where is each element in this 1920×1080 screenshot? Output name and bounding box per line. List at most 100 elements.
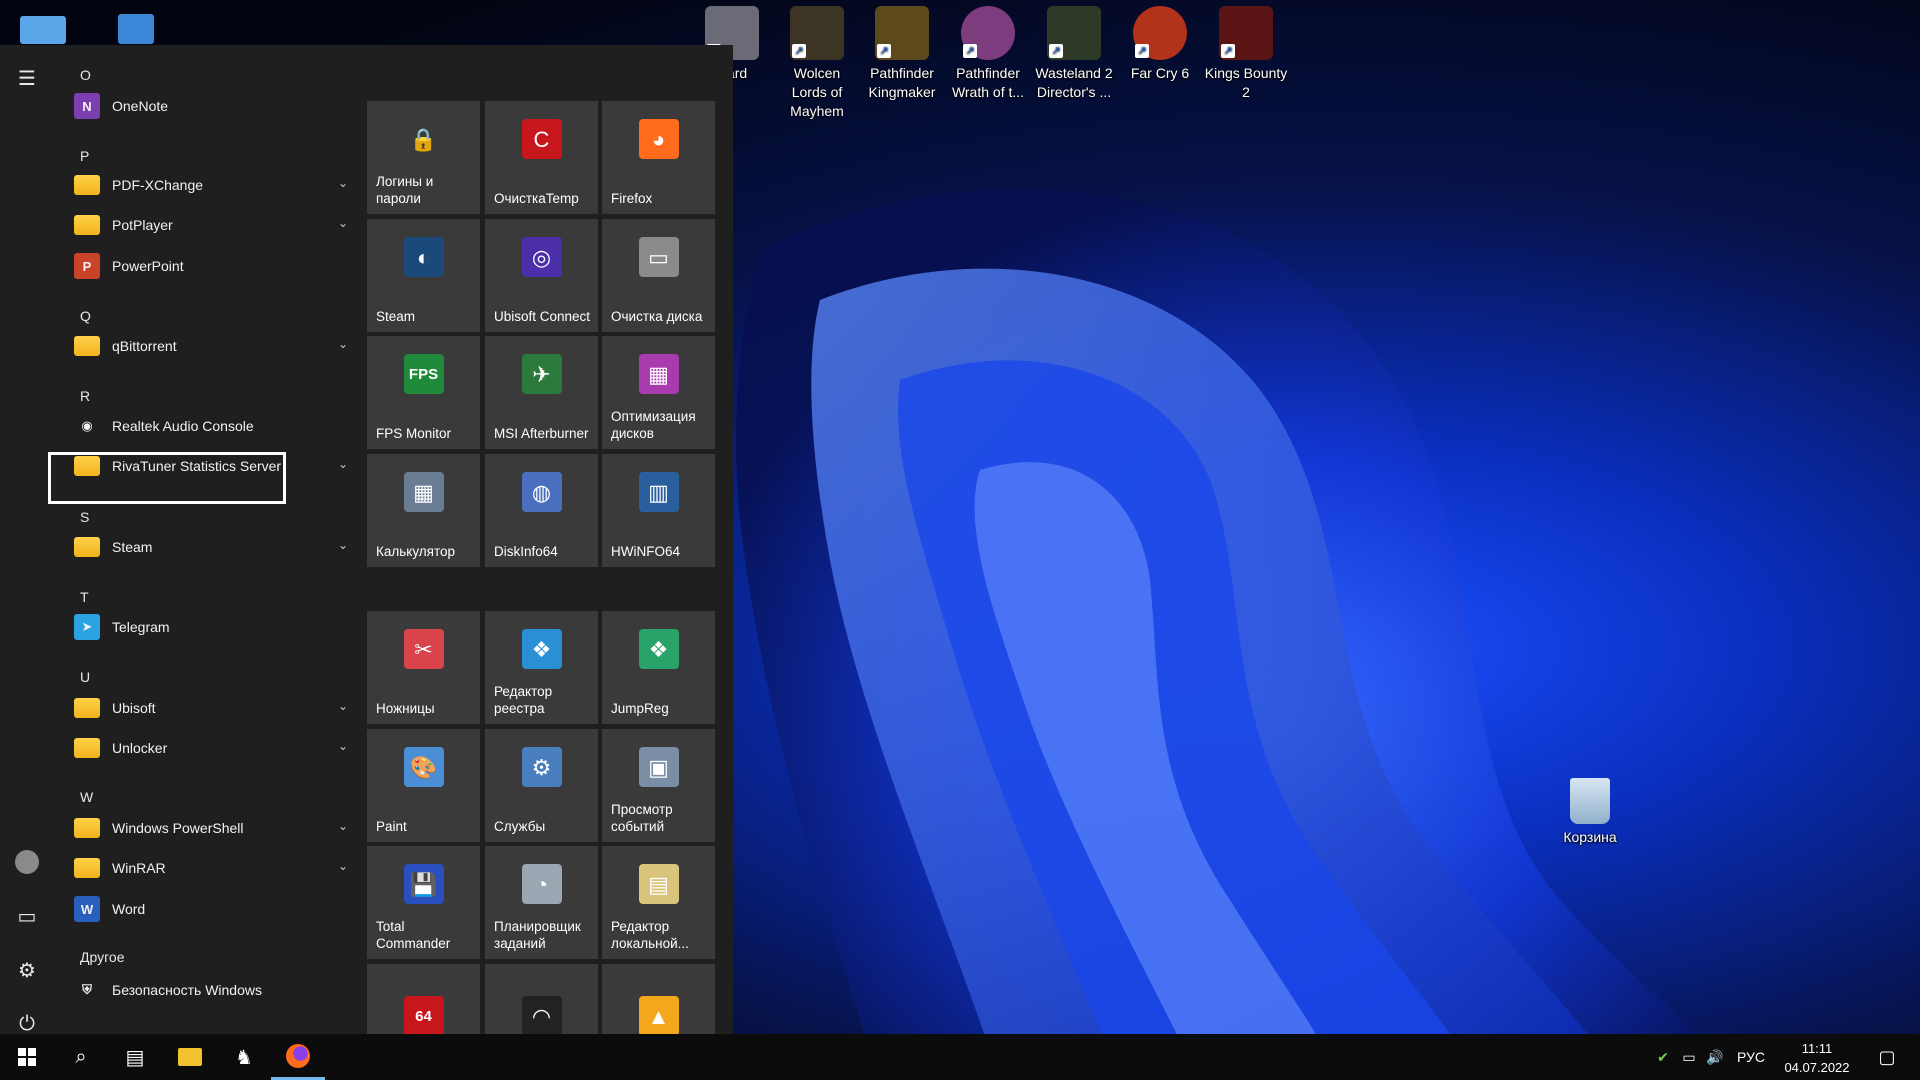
app-list-item[interactable]: ⛨ Безопасность Windows	[70, 971, 354, 1009]
start-tile[interactable]: C ОчисткаTemp	[485, 101, 598, 214]
start-tile[interactable]: ▣ Просмотр событий	[602, 729, 715, 842]
start-tile[interactable]: ▥ HWiNFO64	[602, 454, 715, 567]
desktop-icon-far-cry-6[interactable]: ↗ Far Cry 6	[1118, 6, 1202, 83]
task-view-icon[interactable]: ▤	[108, 1034, 162, 1080]
folder-icon	[74, 738, 100, 758]
start-tile[interactable]: ⚙ Службы	[485, 729, 598, 842]
hamburger-icon[interactable]: ☰	[8, 59, 46, 97]
realtek-icon: ◉	[74, 413, 100, 439]
start-tile[interactable]: 🎨 Paint	[367, 729, 480, 842]
user-avatar-icon[interactable]	[8, 843, 46, 881]
app-list-item[interactable]: PDF-XChange ⌄	[70, 166, 354, 204]
event-viewer-icon: ▣	[638, 747, 679, 787]
start-tile[interactable]: ◐ Steam	[367, 219, 480, 332]
app-list-item[interactable]: PotPlayer ⌄	[70, 206, 354, 244]
start-tile[interactable]: ◠	[485, 964, 598, 1036]
app-list-item[interactable]: ➤ Telegram	[70, 608, 354, 646]
desktop-icon-wasteland-2[interactable]: ↗ Wasteland 2 Director's ...	[1032, 6, 1116, 102]
security-tray-icon[interactable]: ✔	[1650, 1049, 1676, 1066]
group-letter[interactable]: T	[80, 589, 89, 605]
documents-icon[interactable]: ▭	[8, 897, 46, 935]
start-tile[interactable]: ◎ Ubisoft Connect	[485, 219, 598, 332]
notification-center-icon[interactable]: ▢	[1860, 1034, 1914, 1080]
app-list-item[interactable]: Unlocker ⌄	[70, 729, 354, 767]
shortcut-arrow-icon: ↗	[877, 44, 891, 58]
start-tile[interactable]: ▦ Калькулятор	[367, 454, 480, 567]
start-tile[interactable]: ▲	[602, 964, 715, 1036]
app-label: PowerPoint	[112, 258, 184, 274]
gear-icon[interactable]: ⚙	[8, 951, 46, 989]
group-letter[interactable]: W	[80, 789, 93, 805]
app-list-item[interactable]: P PowerPoint	[70, 247, 354, 285]
ccleaner-icon: C	[521, 119, 562, 159]
start-tile[interactable]: FPS FPS Monitor	[367, 336, 480, 449]
start-tile[interactable]: ◍ DiskInfo64	[485, 454, 598, 567]
folder-icon	[74, 698, 100, 718]
windows-start-icon[interactable]	[0, 1034, 54, 1080]
start-tile[interactable]: ❖ JumpReg	[602, 611, 715, 724]
start-tile[interactable]: ▭ Очистка диска	[602, 219, 715, 332]
chevron-down-icon[interactable]: ⌄	[338, 337, 348, 351]
start-tile[interactable]: ❖ Редактор реестра	[485, 611, 598, 724]
group-letter[interactable]: S	[80, 509, 89, 525]
desktop-icon-recycle-bin[interactable]: Корзина	[1548, 778, 1632, 847]
group-letter[interactable]: U	[80, 669, 90, 685]
desktop-icon-pathfinder-kingmaker[interactable]: ↗ Pathfinder Kingmaker	[860, 6, 944, 102]
folder-icon	[74, 336, 100, 356]
start-tile[interactable]: ◕ Firefox	[602, 101, 715, 214]
chevron-down-icon[interactable]: ⌄	[338, 176, 348, 190]
tile-label: ОчисткаTemp	[494, 191, 579, 206]
paint-icon: 🎨	[403, 747, 444, 787]
start-tile[interactable]: ▤ Редактор локальной...	[602, 846, 715, 959]
group-letter[interactable]: Q	[80, 308, 91, 324]
firefox-taskbar-button[interactable]	[271, 1034, 325, 1080]
folder-icon	[74, 215, 100, 235]
app-list-item[interactable]: N OneNote	[70, 87, 354, 125]
volume-icon[interactable]: 🔊	[1702, 1049, 1728, 1066]
app-list-item[interactable]: ◉ Realtek Audio Console	[70, 407, 354, 445]
group-letter[interactable]: P	[80, 148, 89, 164]
shortcut-arrow-icon: ↗	[1221, 44, 1235, 58]
start-tile[interactable]: 💾 Total Commander	[367, 846, 480, 959]
chevron-down-icon[interactable]: ⌄	[338, 819, 348, 833]
firefox-icon	[286, 1043, 310, 1068]
app-list-item[interactable]: Steam ⌄	[70, 528, 354, 566]
chevron-down-icon[interactable]: ⌄	[338, 739, 348, 753]
clock[interactable]: 11:11 04.07.2022	[1782, 1039, 1852, 1077]
network-icon[interactable]: ▭	[1676, 1049, 1702, 1066]
group-letter[interactable]: O	[80, 67, 91, 83]
chevron-down-icon[interactable]: ⌄	[338, 699, 348, 713]
group-letter[interactable]: R	[80, 388, 90, 404]
tile-label: Редактор реестра	[494, 684, 553, 716]
onenote-icon: N	[74, 93, 100, 119]
chevron-down-icon[interactable]: ⌄	[338, 859, 348, 873]
desktop-icon-wolcen[interactable]: ↗ Wolcen Lords of Mayhem	[775, 6, 859, 121]
start-tile[interactable]: 64	[367, 964, 480, 1036]
powerpoint-icon: P	[74, 253, 100, 279]
app-list-item[interactable]: Windows PowerShell ⌄	[70, 809, 354, 847]
tile-label: DiskInfo64	[494, 544, 558, 559]
start-tile[interactable]: ✂ Ножницы	[367, 611, 480, 724]
start-tile[interactable]: ▦ Оптимизация дисков	[602, 336, 715, 449]
start-tile[interactable]: ✈ MSI Afterburner	[485, 336, 598, 449]
language-indicator[interactable]: РУС	[1728, 1049, 1774, 1065]
start-tile[interactable]: 🔒 Логины и пароли	[367, 101, 480, 214]
app-list-item[interactable]: W Word	[70, 890, 354, 928]
fox-app-icon[interactable]: ♞	[217, 1034, 271, 1080]
desktop-icon-pathfinder-wrath[interactable]: ↗ Pathfinder Wrath of t...	[946, 6, 1030, 102]
clock-date: 04.07.2022	[1784, 1060, 1850, 1075]
file-explorer-icon[interactable]	[163, 1034, 217, 1080]
app-list-item[interactable]: qBittorrent ⌄	[70, 327, 354, 365]
app-list-item[interactable]: WinRAR ⌄	[70, 849, 354, 887]
app-list-item[interactable]: Ubisoft ⌄	[70, 689, 354, 727]
desktop-icon-kings-bounty-2[interactable]: ↗ Kings Bounty 2	[1204, 6, 1288, 102]
group-letter[interactable]: Другое	[80, 949, 124, 965]
control-panel-desktop-icon[interactable]	[20, 16, 66, 44]
start-tile[interactable]: ◔ Планировщик заданий	[485, 846, 598, 959]
chevron-down-icon[interactable]: ⌄	[338, 216, 348, 230]
folder-icon	[74, 537, 100, 557]
search-icon[interactable]: ⌕	[54, 1034, 108, 1080]
chevron-down-icon[interactable]: ⌄	[338, 457, 348, 471]
chevron-down-icon[interactable]: ⌄	[338, 538, 348, 552]
computer-desktop-icon[interactable]	[118, 14, 154, 44]
